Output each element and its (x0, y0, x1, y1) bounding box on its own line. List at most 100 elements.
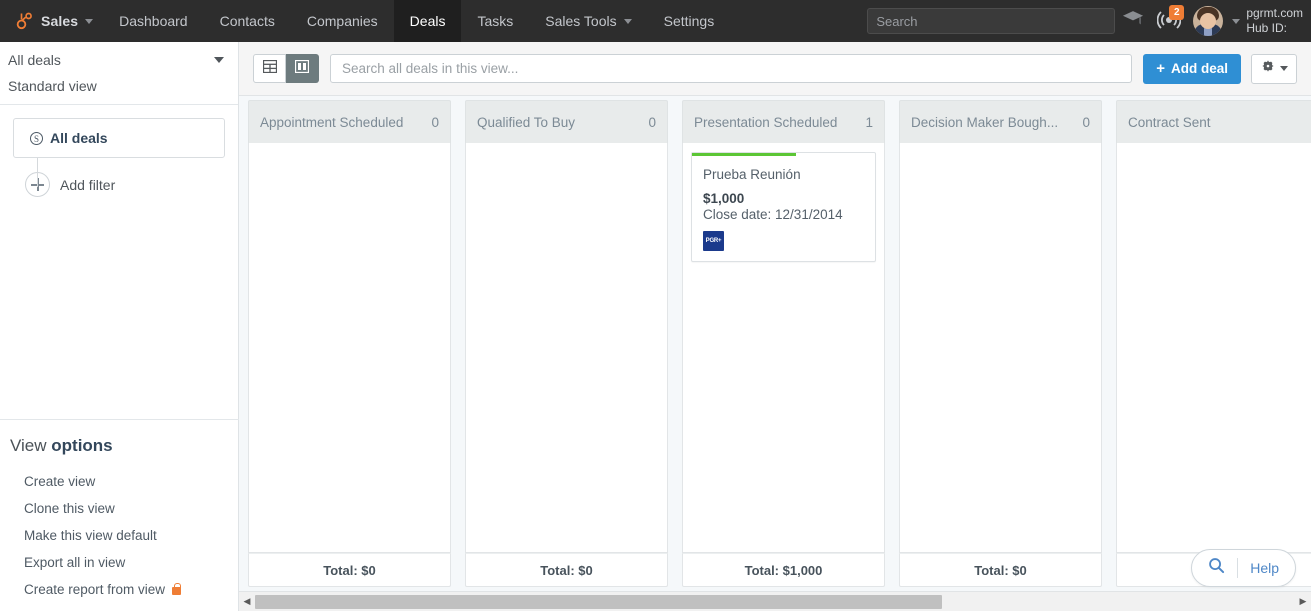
nav-label: Contacts (219, 13, 275, 29)
column-header[interactable]: Qualified To Buy 0 (465, 100, 668, 143)
view-option-clone-this-view[interactable]: Clone this view (0, 495, 239, 522)
scrollbar-thumb[interactable] (255, 594, 942, 609)
nav-item-settings[interactable]: Settings (648, 0, 731, 42)
column-header[interactable]: Presentation Scheduled 1 (682, 100, 885, 143)
hubspot-sprocket-icon (14, 11, 34, 31)
notifications-button[interactable]: 2 (1151, 0, 1187, 42)
deal-progress-bar (692, 153, 797, 156)
view-options-title: View options (0, 436, 239, 468)
nav-item-dashboard[interactable]: Dashboard (103, 0, 204, 42)
filter-label: All deals (50, 130, 108, 146)
dollar-coin-icon: S (30, 131, 43, 145)
deals-board: Appointment Scheduled 0 Total: $0 Qualif… (239, 96, 1311, 591)
brand-label: Sales (41, 13, 79, 29)
view-selector-dropdown[interactable]: All deals (0, 42, 238, 78)
gear-icon (1261, 59, 1275, 78)
view-options-panel: View options Create view Clone this view… (0, 419, 239, 611)
account-hub-id: Hub ID: (1246, 21, 1287, 35)
view-subtitle: Standard view (8, 78, 97, 94)
column-name: Contract Sent (1128, 114, 1211, 130)
board-column-presentation-scheduled: Presentation Scheduled 1 Prueba Reunión … (682, 100, 885, 587)
plus-icon: + (1156, 60, 1165, 77)
caret-down-icon (1279, 66, 1288, 71)
column-header[interactable]: Decision Maker Bough... 0 (899, 100, 1102, 143)
table-view-icon (262, 59, 277, 78)
view-option-create-view[interactable]: Create view (0, 468, 239, 495)
add-filter-button[interactable]: Add filter (13, 172, 225, 197)
board-search-input[interactable] (330, 54, 1133, 83)
nav-item-sales-tools[interactable]: Sales Tools (529, 0, 647, 42)
add-filter-label: Add filter (60, 176, 116, 193)
nav-label: Tasks (477, 13, 514, 29)
scrollbar-track[interactable] (255, 594, 1295, 609)
column-cards[interactable] (899, 143, 1102, 553)
board-view-icon (294, 59, 310, 78)
view-selector-label: All deals (8, 52, 61, 68)
chevron-down-icon (85, 18, 94, 24)
graduation-cap-icon (1122, 10, 1144, 32)
column-name: Appointment Scheduled (260, 114, 404, 130)
chevron-down-icon (623, 18, 632, 24)
filter-connector-line (37, 157, 38, 187)
view-option-make-default[interactable]: Make this view default (0, 522, 239, 549)
column-header[interactable]: Appointment Scheduled 0 (248, 100, 451, 143)
column-total: Total: $0 (465, 553, 668, 587)
column-header[interactable]: Contract Sent (1116, 100, 1311, 143)
account-chevron-down-icon[interactable] (1232, 18, 1241, 24)
filter-area: S All deals Add filter (0, 105, 238, 197)
notification-count-badge: 2 (1169, 5, 1185, 20)
triangle-right-icon[interactable]: ▶ (1295, 596, 1311, 607)
view-option-create-report-label: Create report from view (24, 582, 166, 597)
table-view-button[interactable] (253, 54, 286, 83)
brand-logo-menu[interactable]: Sales (0, 0, 103, 42)
view-options-title-bold: options (51, 436, 113, 455)
column-count: 0 (1082, 114, 1090, 130)
nav-item-deals[interactable]: Deals (393, 0, 462, 42)
view-mode-toggle (253, 54, 319, 83)
help-label: Help (1250, 560, 1279, 576)
deal-card[interactable]: Prueba Reunión $1,000 Close date: 12/31/… (691, 152, 876, 262)
nav-item-contacts[interactable]: Contacts (204, 0, 291, 42)
triangle-left-icon[interactable]: ◀ (239, 596, 255, 607)
column-name: Decision Maker Bough... (911, 114, 1059, 130)
column-count: 0 (648, 114, 656, 130)
add-deal-button[interactable]: + Add deal (1143, 53, 1241, 84)
board-column-appointment-scheduled: Appointment Scheduled 0 Total: $0 (248, 100, 451, 587)
academy-button[interactable] (1115, 0, 1151, 42)
column-cards[interactable] (1116, 143, 1311, 553)
view-option-export-all[interactable]: Export all in view (0, 549, 239, 576)
deal-close-date: Close date: 12/31/2014 (703, 207, 843, 222)
view-options-title-light: View (10, 436, 52, 455)
column-cards[interactable] (248, 143, 451, 553)
column-name: Qualified To Buy (477, 114, 576, 130)
account-info[interactable]: pgrmt.com Hub ID: (1240, 6, 1303, 36)
help-button[interactable]: Help (1191, 549, 1296, 587)
nav-label: Deals (409, 13, 446, 29)
avatar[interactable] (1193, 6, 1224, 36)
company-logo: PGR+ (703, 231, 724, 251)
main-nav-items: Dashboard Contacts Companies Deals Tasks… (103, 0, 730, 42)
board-view-button[interactable] (286, 54, 319, 83)
filter-all-deals[interactable]: S All deals (13, 118, 225, 158)
help-divider (1237, 558, 1239, 578)
main-content: + Add deal Appointment Scheduled 0 Total… (239, 42, 1311, 611)
column-cards[interactable] (465, 143, 668, 553)
board-settings-button[interactable] (1251, 53, 1297, 84)
deal-title: Prueba Reunión (703, 167, 801, 182)
board-column-decision-maker-bought-in: Decision Maker Bough... 0 Total: $0 (899, 100, 1102, 587)
column-count: 0 (431, 114, 439, 130)
nav-right-cluster: 2 pgrmt.com Hub ID: (867, 0, 1311, 42)
global-search-input[interactable] (867, 8, 1116, 34)
column-name: Presentation Scheduled (694, 114, 838, 130)
horizontal-scrollbar[interactable]: ◀ ▶ (239, 591, 1311, 611)
board-toolbar: + Add deal (239, 42, 1311, 96)
view-option-create-report[interactable]: Create report from view (0, 576, 239, 603)
column-cards[interactable]: Prueba Reunión $1,000 Close date: 12/31/… (682, 143, 885, 553)
sidebar: All deals Standard view S All deals Add … (0, 42, 239, 611)
top-navigation-bar: Sales Dashboard Contacts Companies Deals… (0, 0, 1311, 42)
column-total: Total: $0 (899, 553, 1102, 587)
nav-item-tasks[interactable]: Tasks (461, 0, 529, 42)
add-deal-label: Add deal (1170, 61, 1228, 76)
nav-item-companies[interactable]: Companies (291, 0, 394, 42)
magnifier-icon (1208, 557, 1225, 579)
